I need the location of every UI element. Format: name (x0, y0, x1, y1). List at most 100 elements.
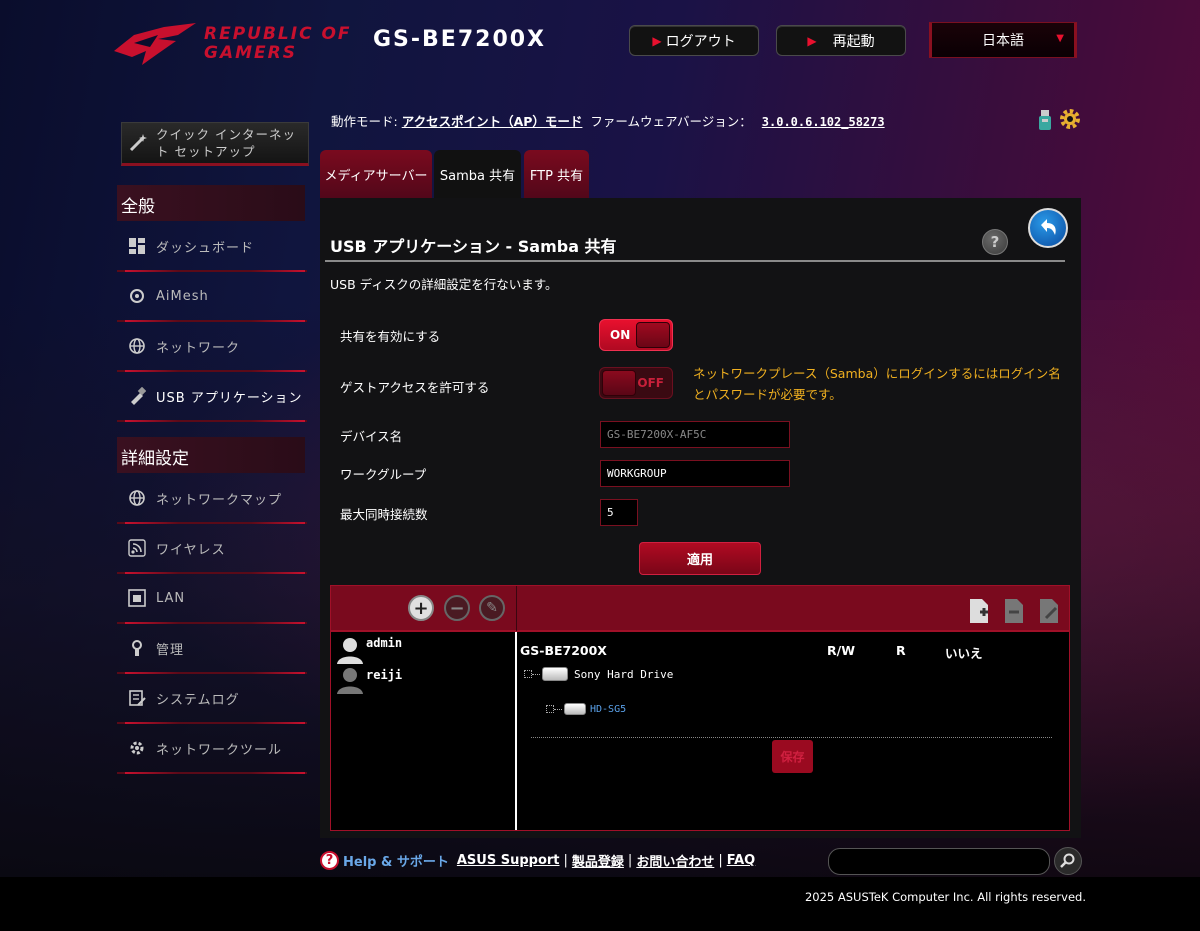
device-name-label: デバイス名 (340, 429, 403, 444)
help-support-label: Help & サポート (343, 855, 449, 870)
copyright: 2025 ASUSTeK Computer Inc. All rights re… (804, 890, 1086, 904)
footer-links: ? Help & サポート ASUS Support | 製品登録 | お問い合… (320, 851, 755, 870)
sidebar-item-aimesh[interactable]: AiMesh (117, 272, 307, 322)
column-rw: R/W (827, 643, 855, 658)
tree-node-folder[interactable]: HD-SG5 (546, 703, 626, 715)
asus-support-link[interactable]: ASUS Support (457, 853, 560, 868)
user-avatar-icon (337, 638, 363, 664)
caret-down-icon: ▼ (1056, 33, 1064, 44)
sidebar-item-admin[interactable]: 管理 (117, 624, 307, 674)
logo-line2: GAMERS (204, 43, 297, 63)
edit-folder-icon[interactable] (1038, 598, 1060, 624)
tree-expander[interactable] (524, 670, 532, 678)
user-item-reiji[interactable]: reiji (336, 666, 402, 694)
tab-media-server[interactable]: メディアサーバー (320, 150, 432, 198)
rog-logo[interactable]: REPUBLIC OF GAMERS (112, 20, 362, 68)
toggle-knob (636, 322, 670, 348)
partition-icon (564, 703, 586, 715)
sidebar-item-label: AiMesh (156, 288, 209, 304)
sidebar-item-network-map[interactable]: ネットワークマップ (117, 474, 307, 524)
sidebar-item-label: 管理 (156, 642, 185, 658)
log-icon (127, 688, 147, 708)
toggle-state: ON (610, 328, 631, 342)
firmware-label: ファームウェアバージョン： (590, 114, 752, 129)
arrow-right-icon: ▶ (807, 33, 817, 48)
enable-share-label: 共有を有効にする (340, 329, 441, 344)
sidebar-item-network[interactable]: ネットワーク (117, 322, 307, 372)
sidebar-item-label: ワイヤレス (156, 542, 226, 558)
language-select[interactable]: 日本語 ▼ (929, 22, 1077, 58)
workgroup-input[interactable]: WORKGROUP (600, 460, 790, 487)
sidebar-item-label: ダッシュボード (156, 240, 255, 256)
user-avatar-icon (337, 668, 363, 694)
search-button[interactable] (1054, 847, 1082, 875)
logo-line1: REPUBLIC OF (204, 24, 352, 44)
settings-gear-icon[interactable] (1059, 108, 1081, 130)
help-question-icon: ? (320, 851, 339, 870)
workgroup-label: ワークグループ (340, 467, 427, 482)
max-connections-input[interactable]: 5 (600, 499, 638, 526)
sidebar-item-label: ネットワークマップ (156, 492, 283, 508)
logo-text: REPUBLIC OF GAMERS (204, 25, 352, 63)
sidebar-item-usb[interactable]: USB アプリケーション (117, 372, 307, 422)
save-button[interactable]: 保存 (772, 740, 813, 773)
enable-share-toggle[interactable]: ON (599, 319, 673, 351)
wand-icon (129, 134, 147, 152)
tree-expander[interactable] (546, 705, 554, 713)
delete-folder-icon[interactable] (1003, 598, 1025, 624)
add-user-icon[interactable]: + (408, 595, 434, 621)
dashboard-icon (127, 236, 147, 256)
logout-label: ログアウト (665, 33, 736, 50)
title-divider (325, 260, 1065, 262)
sidebar-item-label: LAN (156, 590, 186, 606)
add-folder-icon[interactable] (968, 598, 990, 624)
sidebar-item-network-tools[interactable]: ネットワークツール (117, 724, 307, 774)
hard-drive-icon (542, 667, 568, 681)
wifi-icon (127, 538, 147, 558)
sidebar-item-label: ネットワーク (156, 340, 241, 356)
faq-link[interactable]: FAQ (727, 853, 756, 868)
globe-icon (127, 336, 147, 356)
guest-access-toggle[interactable]: OFF (599, 367, 673, 399)
logout-button[interactable]: ▶ ログアウト (629, 25, 759, 56)
tab-ftp-share[interactable]: FTP 共有 (524, 150, 589, 198)
rog-eye-icon (114, 23, 196, 65)
quick-setup-button[interactable]: クイック インターネット セットアップ (121, 122, 309, 166)
search-input[interactable] (828, 848, 1050, 875)
user-item-admin[interactable]: admin (336, 636, 402, 664)
body-separator (515, 632, 517, 830)
tree-line (532, 673, 540, 675)
tab-samba-share[interactable]: Samba 共有 (434, 150, 521, 198)
tree-node-drive[interactable]: Sony Hard Drive (524, 667, 673, 681)
tools-gear-icon (127, 738, 147, 758)
sidebar-item-dashboard[interactable]: ダッシュボード (117, 222, 307, 272)
usb-icon (127, 386, 147, 406)
lan-port-icon (127, 588, 147, 608)
link-separator: | (718, 853, 723, 868)
edit-user-icon[interactable]: ✎ (479, 595, 505, 621)
page-title: USB アプリケーション - Samba 共有 (330, 237, 617, 256)
sidebar-item-lan[interactable]: LAN (117, 574, 307, 624)
toggle-state: OFF (637, 376, 664, 390)
contact-link[interactable]: お問い合わせ (636, 851, 714, 870)
arrow-right-icon: ▶ (652, 33, 662, 48)
user-name: admin (366, 636, 403, 650)
remove-user-icon[interactable]: − (444, 595, 470, 621)
usb-status-icon[interactable] (1038, 110, 1052, 132)
reboot-button[interactable]: ▶ 再起動 (776, 25, 906, 56)
language-value: 日本語 (982, 33, 1024, 49)
sidebar-item-label: USB アプリケーション (156, 390, 303, 406)
firmware-version-link[interactable]: 3.0.0.6.102_58273 (762, 115, 885, 129)
status-bar: 動作モード: アクセスポイント（AP）モード ファームウェアバージョン： 3.0… (331, 111, 885, 130)
product-registration-link[interactable]: 製品登録 (572, 851, 624, 870)
mode-value-link[interactable]: アクセスポイント（AP）モード (402, 114, 583, 129)
sidebar-item-wireless[interactable]: ワイヤレス (117, 524, 307, 574)
help-icon[interactable]: ? (982, 229, 1008, 255)
device-name-input[interactable]: GS-BE7200X-AF5C (600, 421, 790, 448)
back-arrow-icon[interactable] (1028, 208, 1068, 248)
sidebar-item-syslog[interactable]: システムログ (117, 674, 307, 724)
model-name: GS-BE7200X (373, 27, 547, 52)
bottom-bar (0, 877, 1200, 931)
column-r: R (896, 643, 906, 658)
apply-button[interactable]: 適用 (639, 542, 761, 575)
